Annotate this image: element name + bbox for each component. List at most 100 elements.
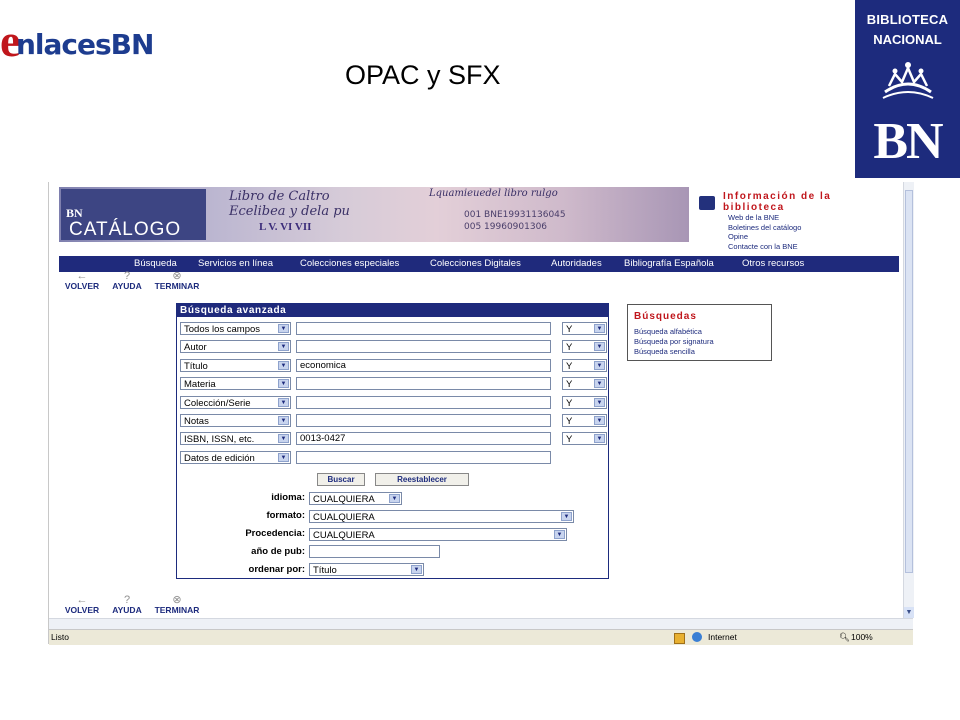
zoom-level[interactable]: 100% <box>851 632 873 642</box>
ayuda-button[interactable]: ? AYUDA <box>109 271 145 292</box>
terminar-button-bottom[interactable]: ⊗ TERMINAR <box>151 594 203 616</box>
bn-logo-line1: BIBLIOTECA <box>866 12 949 27</box>
search-term-input[interactable] <box>296 340 551 353</box>
operator-value: Y <box>566 324 573 335</box>
search-term-input[interactable] <box>296 414 551 427</box>
procedencia-value: CUALQUIERA <box>313 530 375 541</box>
search-term-input[interactable] <box>296 377 551 390</box>
info-link-opine[interactable]: Opine <box>728 232 801 242</box>
nav-item-colecciones-digitales[interactable]: Colecciones Digitales <box>430 258 521 269</box>
main-nav: Búsqueda Servicios en línea Colecciones … <box>59 256 899 272</box>
field-select[interactable]: Todos los campos ▼ <box>180 322 291 335</box>
search-term-input[interactable]: economica <box>296 359 551 372</box>
banner-script-line3: Lquamieuedel libro rulgo <box>429 188 558 199</box>
field-select[interactable]: Notas ▼ <box>180 414 291 427</box>
close-circle-icon: ⊗ <box>172 594 182 606</box>
browser-window: BN CATÁLOGO Libro de Caltro Ecelibea y d… <box>48 182 914 645</box>
formato-select[interactable]: CUALQUIERA ▼ <box>309 510 574 523</box>
operator-select[interactable]: Y ▼ <box>562 322 607 335</box>
nav-item-servicios[interactable]: Servicios en línea <box>198 258 273 269</box>
ordenar-value: Título <box>313 565 337 576</box>
back-arrow-icon: ← <box>76 594 88 606</box>
horizontal-scrollbar[interactable] <box>49 618 913 629</box>
info-link-web[interactable]: Web de la BNE <box>728 213 801 223</box>
chevron-down-icon: ▼ <box>389 494 400 503</box>
banner-catalogo-text: CATÁLOGO <box>69 219 182 240</box>
field-select-value: Autor <box>184 342 207 353</box>
nav-item-autoridades[interactable]: Autoridades <box>551 258 602 269</box>
nav-item-otros[interactable]: Otros recursos <box>742 258 804 269</box>
operator-select[interactable]: Y ▼ <box>562 359 607 372</box>
field-select-value: Notas <box>184 416 209 427</box>
globe-icon <box>692 632 702 642</box>
chevron-down-icon: ▼ <box>278 342 289 351</box>
field-select[interactable]: ISBN, ISSN, etc. ▼ <box>180 432 291 445</box>
operator-select[interactable]: Y ▼ <box>562 396 607 409</box>
banner-script-line2: Ecelibea y dela pu <box>229 204 350 219</box>
volver-label: VOLVER <box>64 605 100 615</box>
search-term-input[interactable]: 0013-0427 <box>296 432 551 445</box>
link-busqueda-alfabetica[interactable]: Búsqueda alfabética <box>634 327 702 336</box>
chevron-down-icon: ▼ <box>278 416 289 425</box>
chevron-down-icon: ▼ <box>594 416 605 425</box>
bne-info-icon <box>699 196 715 210</box>
operator-select[interactable]: Y ▼ <box>562 432 607 445</box>
operator-value: Y <box>566 342 573 353</box>
catalog-banner-mark: BN CATÁLOGO <box>61 189 206 240</box>
formato-value: CUALQUIERA <box>313 512 375 523</box>
chevron-down-icon: ▼ <box>554 530 565 539</box>
close-circle-icon: ⊗ <box>172 270 182 282</box>
banner-code-line: 005 19960901306 <box>464 222 548 232</box>
search-term-input[interactable] <box>296 396 551 409</box>
banner-code-line: 001 BNE19931136045 <box>464 210 566 220</box>
idioma-select[interactable]: CUALQUIERA ▼ <box>309 492 402 505</box>
operator-select[interactable]: Y ▼ <box>562 414 607 427</box>
link-busqueda-signatura[interactable]: Búsqueda por signatura <box>634 337 714 346</box>
ordenar-select[interactable]: Título ▼ <box>309 563 424 576</box>
info-link-contacte[interactable]: Contacte con la BNE <box>728 242 801 252</box>
anio-pub-input[interactable] <box>309 545 440 558</box>
nav-item-busqueda[interactable]: Búsqueda <box>134 258 177 269</box>
operator-select[interactable]: Y ▼ <box>562 340 607 353</box>
volver-button[interactable]: ← VOLVER <box>61 271 103 292</box>
nav-item-colecciones-especiales[interactable]: Colecciones especiales <box>300 258 399 269</box>
scroll-down-icon[interactable]: ▼ <box>904 607 914 618</box>
search-term-input[interactable] <box>296 322 551 335</box>
field-select[interactable]: Título ▼ <box>180 359 291 372</box>
banner-codes: 001 BNE19931136045 005 19960901306 <box>464 209 566 233</box>
field-select[interactable]: Colección/Serie ▼ <box>180 396 291 409</box>
field-select[interactable]: Materia ▼ <box>180 377 291 390</box>
link-busqueda-sencilla[interactable]: Búsqueda sencilla <box>634 347 695 356</box>
help-icon: ? <box>123 594 131 606</box>
terminar-label: TERMINAR <box>154 281 200 291</box>
biblioteca-nacional-logo: BIBLIOTECA NACIONAL BN <box>855 0 960 178</box>
field-select-value: Todos los campos <box>184 324 261 335</box>
volver-button-bottom[interactable]: ← VOLVER <box>61 594 103 616</box>
field-select-value: Materia <box>184 379 216 390</box>
volver-label: VOLVER <box>64 281 100 291</box>
field-select-value: Título <box>184 361 208 372</box>
field-select-value: Colección/Serie <box>184 398 251 409</box>
ayuda-label: AYUDA <box>112 605 142 615</box>
vertical-scrollbar[interactable]: ▼ <box>903 182 914 618</box>
chevron-down-icon: ▼ <box>278 453 289 462</box>
chevron-down-icon: ▼ <box>594 398 605 407</box>
operator-value: Y <box>566 361 573 372</box>
reestablecer-button[interactable]: Reestablecer <box>375 473 469 486</box>
crown-icon <box>882 62 934 99</box>
enlaces-bn-logo: e nlacesBN <box>0 8 154 68</box>
field-select[interactable]: Datos de edición ▼ <box>180 451 291 464</box>
nav-item-bibliografia[interactable]: Bibliografía Española <box>624 258 714 269</box>
operator-select[interactable]: Y ▼ <box>562 377 607 390</box>
terminar-button[interactable]: ⊗ TERMINAR <box>151 270 203 292</box>
search-term-input[interactable] <box>296 451 551 464</box>
chevron-down-icon: ▼ <box>594 324 605 333</box>
scrollbar-thumb[interactable] <box>905 190 913 573</box>
ayuda-button-bottom[interactable]: ? AYUDA <box>109 594 145 616</box>
info-link-boletines[interactable]: Boletines del catálogo <box>728 223 801 233</box>
operator-value: Y <box>566 416 573 427</box>
field-select[interactable]: Autor ▼ <box>180 340 291 353</box>
buscar-button[interactable]: Buscar <box>317 473 365 486</box>
busquedas-title: Búsquedas <box>634 311 697 322</box>
procedencia-select[interactable]: CUALQUIERA ▼ <box>309 528 567 541</box>
